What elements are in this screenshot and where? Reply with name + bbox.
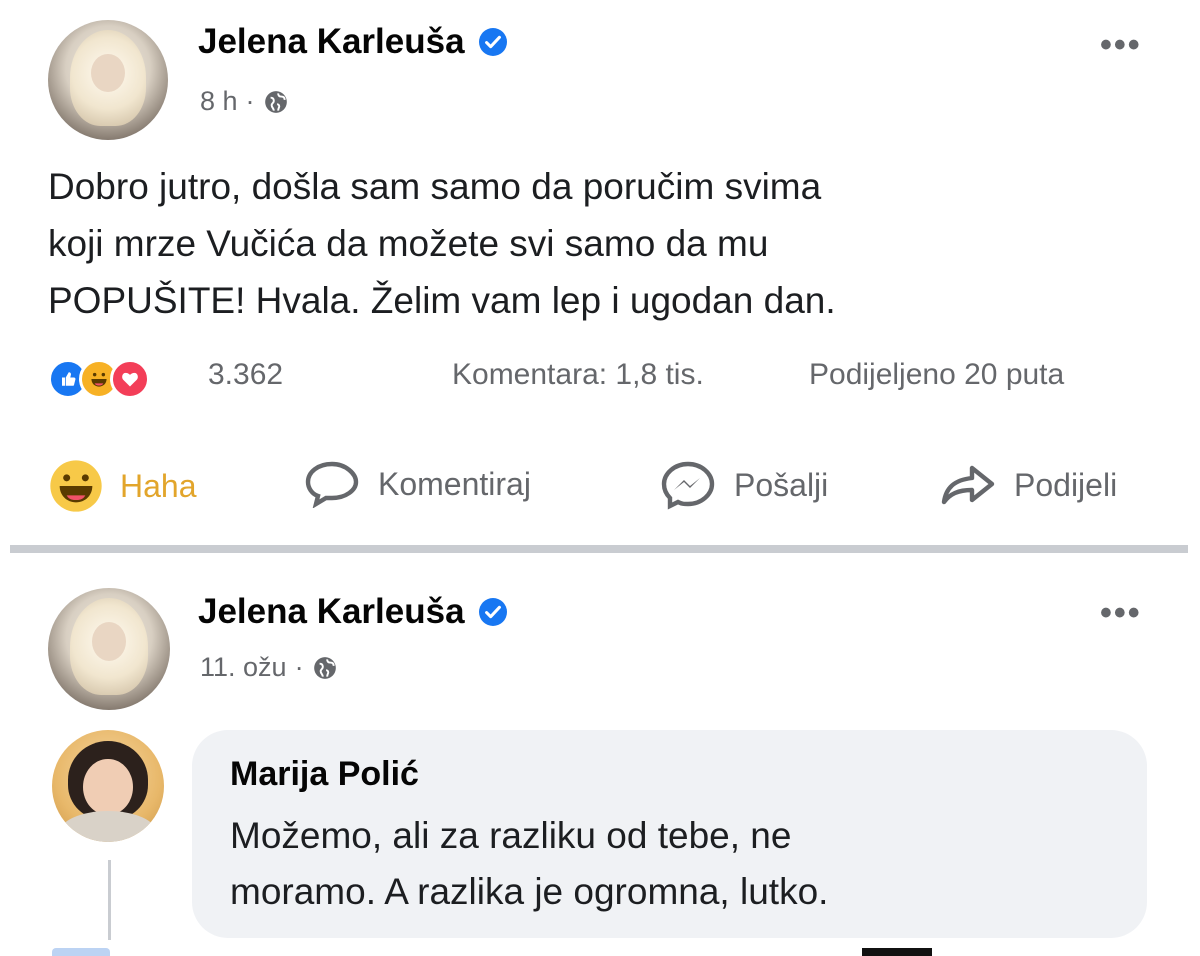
- send-label: Pošalji: [734, 466, 829, 503]
- post-text: Dobro jutro, došla sam samo da poručim s…: [48, 158, 836, 329]
- reaction-icons[interactable]: [48, 359, 150, 399]
- post-time[interactable]: 11. ožu: [200, 652, 287, 683]
- share-count[interactable]: Podijeljeno 20 puta: [809, 358, 1064, 392]
- post-text-line: POPUŠITE! Hvala. Želim vam lep i ugodan …: [48, 280, 836, 321]
- author-avatar[interactable]: [48, 588, 170, 710]
- comment-text-line: Možemo, ali za razliku od tebe, ne: [230, 815, 792, 856]
- author-name-text: Jelena Karleuša: [198, 592, 465, 631]
- post-time[interactable]: 8 h: [200, 86, 238, 117]
- meta-separator: ·: [245, 86, 255, 116]
- reaction-count[interactable]: 3.362: [208, 358, 283, 392]
- post-text-line: Dobro jutro, došla sam samo da poručim s…: [48, 166, 822, 207]
- avatar-shoulders: [58, 810, 158, 842]
- share-icon: [941, 465, 995, 505]
- haha-label: Haha: [120, 467, 197, 504]
- post-author-name[interactable]: Jelena Karleuša: [198, 592, 507, 632]
- more-options-icon[interactable]: •••: [1100, 28, 1142, 62]
- cropped-bottom-edge: [0, 948, 1200, 956]
- comment-count[interactable]: Komentara: 1,8 tis.: [452, 358, 704, 392]
- messenger-icon: [661, 461, 715, 510]
- comment-label: Komentiraj: [378, 465, 531, 502]
- share-button[interactable]: Podijeli: [936, 460, 1117, 510]
- commenter-avatar[interactable]: [52, 730, 164, 842]
- meta-separator: ·: [294, 652, 304, 682]
- haha-icon: [50, 460, 102, 512]
- post-meta: 8 h ·: [200, 86, 289, 117]
- avatar-face: [91, 622, 127, 662]
- globe-icon: [313, 656, 336, 679]
- cropped-reaction-icon: [52, 948, 110, 956]
- post-author-name[interactable]: Jelena Karleuša: [198, 22, 507, 62]
- comment-author[interactable]: Marija Polić: [230, 755, 419, 794]
- cropped-element: [862, 948, 932, 956]
- author-name-text: Jelena Karleuša: [198, 22, 465, 61]
- comment-text-line: moramo. A razlika je ogromna, lutko.: [230, 871, 829, 912]
- avatar-face: [83, 759, 133, 816]
- comment-button[interactable]: Komentiraj: [302, 460, 531, 508]
- verified-badge-icon: [478, 28, 507, 56]
- post-text-line: koji mrze Vučića da možete svi samo da m…: [48, 223, 769, 264]
- more-options-icon[interactable]: •••: [1100, 596, 1142, 630]
- author-avatar[interactable]: [48, 20, 168, 140]
- globe-icon: [264, 90, 287, 113]
- comment-icon: [305, 461, 359, 508]
- haha-reaction-button[interactable]: Haha: [48, 458, 197, 514]
- share-label: Podijeli: [1014, 466, 1118, 503]
- comment-thread-line: [108, 860, 111, 940]
- love-icon: [110, 359, 150, 399]
- post-meta: 11. ožu ·: [200, 652, 338, 683]
- comment-text: Možemo, ali za razliku od tebe, ne moram…: [230, 808, 828, 920]
- post-1: Jelena Karleuša 8 h · ••• Dobro jutro, d…: [0, 0, 1200, 545]
- post-divider: [10, 545, 1188, 553]
- send-button[interactable]: Pošalji: [658, 460, 828, 510]
- avatar-face: [91, 53, 125, 92]
- verified-badge-icon: [478, 598, 507, 626]
